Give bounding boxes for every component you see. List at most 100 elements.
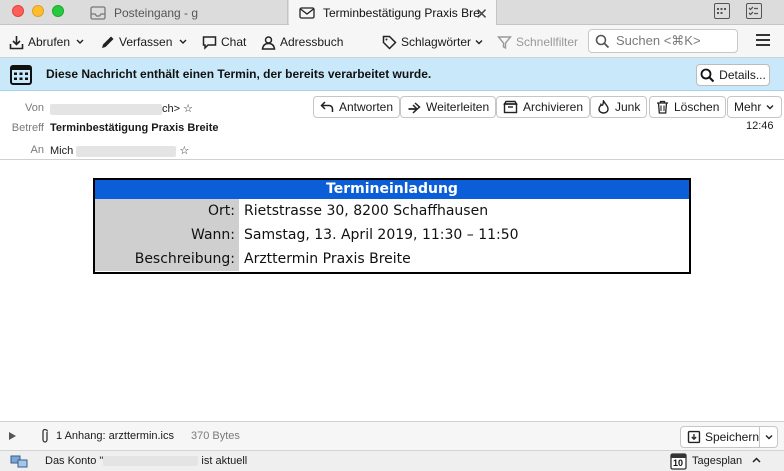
junk-label: Junk xyxy=(615,100,641,114)
status-prefix: Das Konto " xyxy=(45,455,104,467)
reply-button[interactable]: Antworten xyxy=(313,96,401,118)
addressbook-label: Adressbuch xyxy=(280,35,344,49)
archive-icon xyxy=(503,100,518,114)
location-value: Rietstrasse 30, 8200 Schaffhausen xyxy=(244,203,489,219)
subject-value: Terminbestätigung Praxis Breite xyxy=(50,122,219,134)
title-bar: Posteingang - g Terminbestätigung Praxis… xyxy=(0,0,784,25)
reply-arrow-icon xyxy=(320,101,334,112)
calendar-tab-icon[interactable] xyxy=(714,3,730,19)
save-label: Speichern xyxy=(704,430,759,444)
from-label: Von xyxy=(25,102,44,114)
to-name: Mich xyxy=(50,145,74,157)
status-bar: Das Konto " ist aktuell 10 Tagesplan xyxy=(0,450,784,471)
today-pane-calendar-icon[interactable]: 10 xyxy=(670,452,687,471)
when-key: Wann: xyxy=(95,223,239,247)
account-status-text: Das Konto " ist aktuell xyxy=(45,455,247,467)
from-suffix: ch> xyxy=(162,103,181,115)
save-dropdown-button[interactable] xyxy=(760,426,778,448)
more-button[interactable]: Mehr xyxy=(727,96,783,118)
quickfilter-button[interactable]: Schnellfilter xyxy=(497,33,578,51)
window-close-button[interactable] xyxy=(12,5,24,17)
from-value[interactable]: ch> ☆ xyxy=(50,102,193,115)
magnifier-icon xyxy=(700,68,715,82)
window-maximize-button[interactable] xyxy=(52,5,64,17)
envelope-icon xyxy=(299,6,315,20)
more-label: Mehr xyxy=(734,100,762,114)
redacted-account xyxy=(103,456,199,467)
addressbook-button[interactable]: Adressbuch xyxy=(261,33,343,51)
today-pane-label[interactable]: Tagesplan xyxy=(692,455,742,467)
tag-icon xyxy=(382,35,397,50)
flame-icon xyxy=(598,100,609,114)
chevron-up-icon[interactable] xyxy=(751,453,762,470)
save-icon xyxy=(687,430,701,444)
delete-button[interactable]: Löschen xyxy=(649,96,727,118)
junk-button[interactable]: Junk xyxy=(590,96,648,118)
status-suffix: ist aktuell xyxy=(201,455,248,467)
attachment-summary[interactable]: 1 Anhang: arzttermin.ics xyxy=(56,430,174,442)
chat-bubble-icon xyxy=(202,35,217,50)
archive-button[interactable]: Archivieren xyxy=(496,96,591,118)
star-icon[interactable]: ☆ xyxy=(183,103,193,115)
window-minimize-button[interactable] xyxy=(32,5,44,17)
chevron-down-icon xyxy=(766,105,774,110)
forward-arrow-icon xyxy=(408,102,421,114)
invitation-table: Termineinladung Ort: Rietstrasse 30, 820… xyxy=(93,178,691,274)
description-key: Beschreibung: xyxy=(95,247,239,271)
chevron-down-icon xyxy=(765,435,772,440)
invitation-row: Beschreibung: Arzttermin Praxis Breite xyxy=(95,247,689,271)
star-icon[interactable]: ☆ xyxy=(179,145,189,157)
search-icon xyxy=(595,34,610,48)
message-time: 12:46 xyxy=(746,120,774,132)
tab-inbox[interactable]: Posteingang - g xyxy=(80,0,288,25)
menu-icon[interactable] xyxy=(756,34,770,48)
when-value: Samstag, 13. April 2019, 11:30 – 11:50 xyxy=(244,227,519,243)
compose-button[interactable]: Verfassen xyxy=(100,33,172,51)
reply-label: Antworten xyxy=(339,100,394,114)
redacted-sender xyxy=(50,103,162,115)
online-status-icon[interactable] xyxy=(10,454,28,469)
details-label: Details... xyxy=(719,68,766,82)
download-icon xyxy=(9,35,24,49)
message-header: Von ch> ☆ Betreff Terminbestätigung Prax… xyxy=(0,91,784,160)
calendar-day: 10 xyxy=(673,458,684,468)
trash-icon xyxy=(657,100,668,114)
to-value[interactable]: Mich ☆ xyxy=(50,144,189,157)
main-toolbar: Abrufen Verfassen Chat Adressbuch Schlag… xyxy=(0,25,784,58)
details-button[interactable]: Details... xyxy=(696,64,770,86)
chat-label: Chat xyxy=(221,35,247,49)
invitation-title: Termineinladung xyxy=(95,180,689,199)
search-placeholder: Suchen <⌘K> xyxy=(616,33,701,48)
tab-inbox-label: Posteingang - g xyxy=(114,5,199,20)
attachment-size: 370 Bytes xyxy=(191,430,240,442)
contact-icon xyxy=(261,35,276,50)
description-value: Arzttermin Praxis Breite xyxy=(244,251,411,267)
expand-triangle-icon[interactable] xyxy=(9,432,16,440)
chat-button[interactable]: Chat xyxy=(202,33,246,51)
pencil-icon xyxy=(102,36,114,48)
attachment-bar: 1 Anhang: arzttermin.ics 370 Bytes Speic… xyxy=(0,421,784,450)
tasks-tab-icon[interactable] xyxy=(746,3,762,19)
redacted-recipient xyxy=(76,145,177,157)
search-input[interactable]: Suchen <⌘K> xyxy=(588,29,738,53)
fetch-button[interactable]: Abrufen xyxy=(9,33,70,51)
quickfilter-label: Schnellfilter xyxy=(516,35,579,49)
paperclip-icon xyxy=(42,428,49,443)
compose-label: Verfassen xyxy=(119,35,173,49)
invitation-row: Ort: Rietstrasse 30, 8200 Schaffhausen xyxy=(95,199,689,223)
close-tab-icon[interactable]: ✕ xyxy=(475,5,488,23)
notification-bar: Diese Nachricht enthält einen Termin, de… xyxy=(0,58,784,91)
calendar-icon xyxy=(10,65,32,85)
forward-button[interactable]: Weiterleiten xyxy=(400,96,497,118)
tab-message[interactable]: Terminbestätigung Praxis Bre ✕ xyxy=(289,0,497,25)
subject-label: Betreff xyxy=(11,122,44,134)
tags-button[interactable]: Schlagwörter xyxy=(382,33,484,51)
notification-text: Diese Nachricht enthält einen Termin, de… xyxy=(46,67,432,81)
filter-icon xyxy=(497,35,512,49)
tags-label: Schlagwörter xyxy=(401,35,472,49)
save-button[interactable]: Speichern xyxy=(680,426,760,448)
fetch-label: Abrufen xyxy=(28,35,71,49)
compose-dropdown-icon[interactable] xyxy=(179,33,187,51)
fetch-dropdown-icon[interactable] xyxy=(76,33,84,51)
to-label: An xyxy=(30,144,44,156)
